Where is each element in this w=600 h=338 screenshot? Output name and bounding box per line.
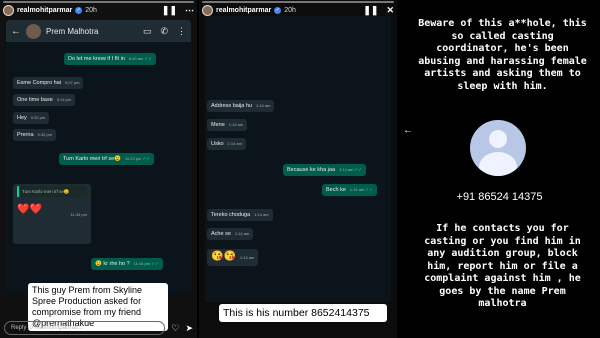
message-bubble: Because ke kha jaa 1:14 am✓✓ — [283, 164, 367, 176]
back-arrow-icon[interactable]: ← — [403, 125, 413, 136]
close-icon[interactable]: ✕ — [386, 5, 394, 16]
back-arrow-icon[interactable]: ← — [11, 26, 21, 37]
message-bubble: 😘😘 1:14 am — [207, 249, 259, 266]
verified-icon: ✓ — [274, 6, 282, 14]
message-bubble: 😉 kr rhe ho ? 11:44 pm✓✓ — [91, 258, 163, 270]
story-header: realmohitparmar ✓ 20h ❚❚ ⋯ — [3, 3, 194, 17]
message-bubble: Bech ke 1:14 am✓✓ — [322, 184, 377, 196]
quoted-message: Tum Karlo meri trf se😉 — [17, 186, 87, 197]
pause-icon[interactable]: ❚❚ — [363, 5, 378, 16]
story-username[interactable]: realmohitparmar — [216, 7, 271, 14]
story-panel-1: realmohitparmar ✓ 20h ❚❚ ⋯ ← Prem Malhot… — [0, 0, 197, 338]
chat-header: ← Prem Malhotra ▭ ✆ ⋮ — [6, 20, 191, 42]
story-time: 20h — [284, 6, 296, 14]
message-bubble: Address baija hu 1:14 am — [207, 100, 275, 112]
message-bubble: Prerna 9:32 pm — [13, 129, 56, 141]
message-bubble: Esme Compro hai 9:07 pm — [13, 77, 84, 89]
story-panel-3: Beware of this a**hole, this so called c… — [399, 0, 600, 338]
message-bubble: Usko 1:14 am — [207, 138, 246, 150]
message-bubble: One time base 9:14 pm — [13, 94, 76, 106]
reply-input[interactable]: Reply to realmohitparmar... — [4, 321, 166, 335]
warning-text-top: Beware of this a**hole, this so called c… — [418, 18, 587, 92]
message-bubble: Tereko choduga 1:14 am — [207, 209, 273, 221]
avatar[interactable] — [202, 4, 213, 16]
message-bubble: Hey 9:32 pm — [13, 112, 50, 124]
story-username[interactable]: realmohitparmar — [17, 7, 72, 14]
more-icon[interactable]: ⋯ — [185, 5, 194, 16]
story-reply-bar: Reply to realmohitparmar... ♡ ➤ — [4, 321, 193, 335]
warning-text-bottom: If he contacts you for casting or you fi… — [424, 223, 581, 309]
caller-avatar — [470, 120, 526, 176]
phone-number: +91 86524 14375 — [456, 191, 543, 203]
like-heart-icon[interactable]: ♡ — [171, 323, 179, 334]
message-bubble: Ache se 1:14 am — [207, 228, 254, 240]
video-call-icon[interactable]: ▭ — [143, 26, 152, 37]
message-bubble: Do let me know if I fit in 6:43 am✓✓ — [64, 53, 156, 65]
story-time: 20h — [85, 6, 97, 14]
avatar[interactable] — [3, 4, 14, 16]
story-caption: This is his number 8652414375 — [219, 304, 387, 322]
phone-call-icon[interactable]: ✆ — [160, 26, 168, 37]
menu-dots-icon[interactable]: ⋮ — [177, 26, 186, 37]
contact-name[interactable]: Prem Malhotra — [46, 27, 98, 36]
pause-icon[interactable]: ❚❚ — [162, 5, 177, 16]
story-header: realmohitparmar ✓ 20h ❚❚ ✕ — [202, 3, 394, 17]
story-collage: realmohitparmar ✓ 20h ❚❚ ⋯ ← Prem Malhot… — [0, 0, 600, 338]
message-bubble: Mene 1:14 am — [207, 119, 248, 131]
contact-avatar[interactable] — [26, 23, 41, 39]
story-panel-2: realmohitparmar ✓ 20h ❚❚ ✕ Address baija… — [199, 0, 397, 338]
verified-icon: ✓ — [75, 6, 83, 14]
reply-bubble: Tum Karlo meri trf se😉 ❤️❤️ 11:34 pm — [13, 184, 91, 244]
message-bubble: Tum Karlo meri trf se😉 11:23 pm✓✓ — [59, 153, 154, 165]
chat-screenshot-2: Address baija hu 1:14 am Mene 1:14 am Usko… — [205, 16, 391, 302]
send-icon[interactable]: ➤ — [185, 323, 193, 334]
chat-screenshot-1: ← Prem Malhotra ▭ ✆ ⋮ Do let me know if … — [6, 20, 191, 294]
